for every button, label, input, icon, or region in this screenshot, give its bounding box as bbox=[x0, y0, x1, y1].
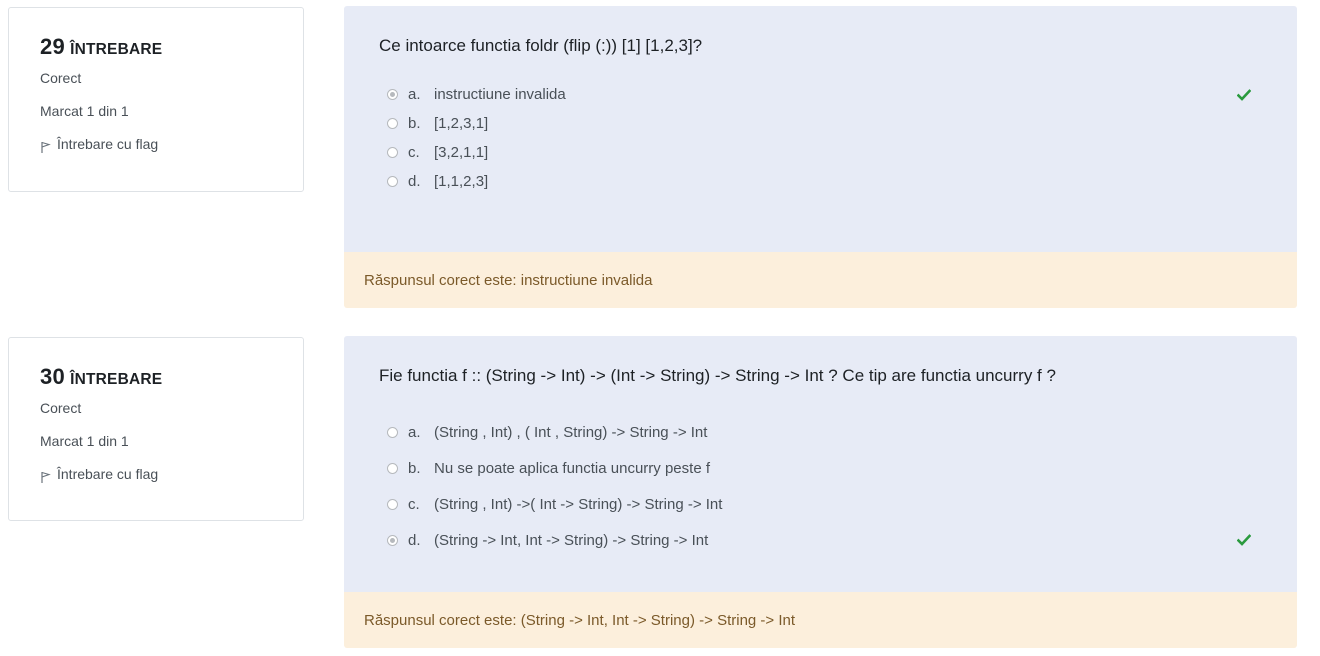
question-content: Fie functia f :: (String -> Int) -> (Int… bbox=[344, 336, 1297, 648]
answer-option-d[interactable]: d. (String -> Int, Int -> String) -> Str… bbox=[379, 522, 1262, 558]
question-state: Corect bbox=[40, 70, 82, 86]
question-word: ÎNTREBARE bbox=[70, 41, 163, 58]
flag-label: Întrebare cu flag bbox=[57, 136, 159, 152]
answer-option-c[interactable]: c. (String , Int) ->( Int -> String) -> … bbox=[379, 486, 1262, 522]
check-icon bbox=[1237, 534, 1251, 546]
radio-button[interactable] bbox=[387, 89, 398, 100]
flag-icon bbox=[41, 471, 51, 483]
question-number-line: 29 ÎNTREBARE bbox=[40, 34, 303, 60]
question-info: 29 ÎNTREBARE Corect Marcat 1 din 1 Între… bbox=[8, 7, 304, 192]
option-text: (String -> Int, Int -> String) -> String… bbox=[434, 531, 709, 549]
answer-option-d[interactable]: d. [1,1,2,3] bbox=[379, 167, 1262, 196]
radio-button[interactable] bbox=[387, 534, 398, 546]
radio-button[interactable] bbox=[387, 462, 398, 474]
option-letter: d. bbox=[408, 173, 421, 190]
check-icon bbox=[1237, 88, 1251, 101]
answer-option-b[interactable]: b. [1,2,3,1] bbox=[379, 109, 1262, 138]
flag-question-link[interactable]: Întrebare cu flag bbox=[40, 136, 303, 153]
radio-button[interactable] bbox=[387, 176, 398, 187]
option-letter: a. bbox=[408, 423, 421, 441]
question-text: Fie functia f :: (String -> Int) -> (Int… bbox=[379, 366, 1056, 385]
question-content: Ce intoarce functia foldr (flip (:)) [1]… bbox=[344, 6, 1297, 308]
question-number: 30 bbox=[40, 364, 66, 389]
question-number-line: 30 ÎNTREBARE bbox=[40, 364, 303, 390]
option-text: (String , Int) , ( Int , String) -> Stri… bbox=[434, 423, 708, 441]
option-letter: a. bbox=[408, 86, 421, 103]
answer-option-a[interactable]: a. (String , Int) , ( Int , String) -> S… bbox=[379, 414, 1262, 450]
question-grade: Marcat 1 din 1 bbox=[40, 433, 129, 449]
option-letter: d. bbox=[408, 531, 421, 549]
option-letter: c. bbox=[408, 144, 420, 161]
question-word: ÎNTREBARE bbox=[70, 371, 163, 388]
question-formulation: Ce intoarce functia foldr (flip (:)) [1]… bbox=[344, 6, 1297, 252]
radio-button[interactable] bbox=[387, 147, 398, 158]
radio-button[interactable] bbox=[387, 118, 398, 129]
radio-button[interactable] bbox=[387, 498, 398, 510]
option-text: (String , Int) ->( Int -> String) -> Str… bbox=[434, 495, 723, 513]
question-grade: Marcat 1 din 1 bbox=[40, 103, 129, 119]
option-text: [3,2,1,1] bbox=[434, 144, 489, 161]
answer-option-b[interactable]: b. Nu se poate aplica functia uncurry pe… bbox=[379, 450, 1262, 486]
flag-label: Întrebare cu flag bbox=[57, 466, 159, 482]
question-state: Corect bbox=[40, 400, 82, 416]
question-info: 30 ÎNTREBARE Corect Marcat 1 din 1 Între… bbox=[8, 337, 304, 521]
correct-answer-feedback: Răspunsul corect este: (String -> Int, I… bbox=[344, 592, 1297, 648]
question-number: 29 bbox=[40, 34, 66, 59]
correct-answer-feedback: Răspunsul corect este: instructiune inva… bbox=[344, 252, 1297, 308]
answer-option-c[interactable]: c. [3,2,1,1] bbox=[379, 138, 1262, 167]
question-text: Ce intoarce functia foldr (flip (:)) [1]… bbox=[379, 36, 703, 55]
option-letter: b. bbox=[408, 459, 421, 477]
option-letter: c. bbox=[408, 495, 420, 513]
radio-button[interactable] bbox=[387, 426, 398, 438]
flag-icon bbox=[41, 141, 51, 153]
answer-option-a[interactable]: a. instructiune invalida bbox=[379, 80, 1262, 109]
option-text: [1,1,2,3] bbox=[434, 173, 489, 190]
option-letter: b. bbox=[408, 115, 421, 132]
option-text: instructiune invalida bbox=[434, 86, 566, 103]
flag-question-link[interactable]: Întrebare cu flag bbox=[40, 466, 303, 483]
question-formulation: Fie functia f :: (String -> Int) -> (Int… bbox=[344, 336, 1297, 592]
option-text: Nu se poate aplica functia uncurry peste… bbox=[434, 459, 710, 477]
option-text: [1,2,3,1] bbox=[434, 115, 489, 132]
